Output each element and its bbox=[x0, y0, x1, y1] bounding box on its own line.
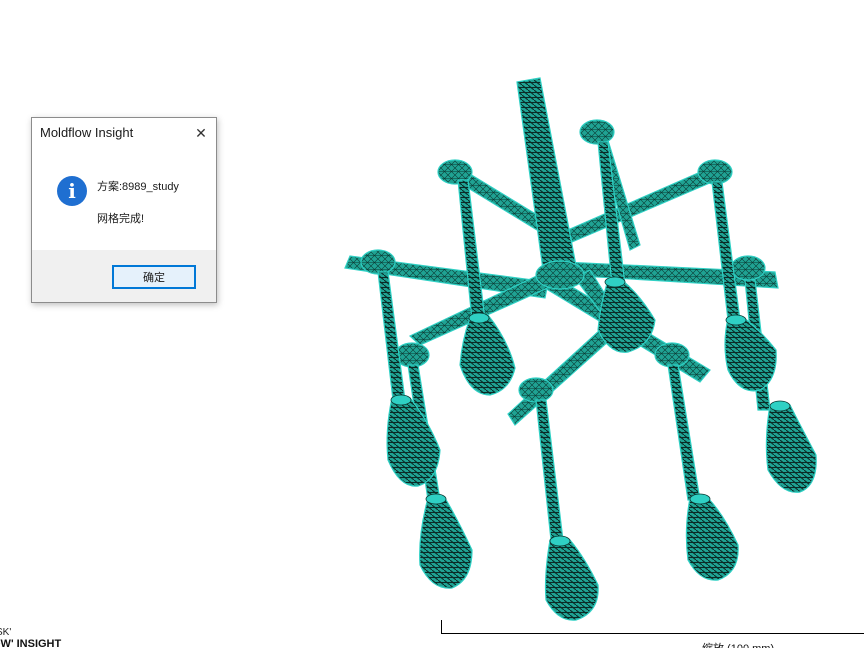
dialog-title: Moldflow Insight bbox=[40, 125, 134, 140]
close-icon: ✕ bbox=[195, 124, 207, 141]
dialog-message-status: 网格完成! bbox=[97, 213, 145, 225]
close-button[interactable]: ✕ bbox=[190, 122, 212, 144]
model-viewport[interactable]: Moldflow Insight ✕ i 方案:8989_study 网格完成!… bbox=[0, 0, 864, 648]
info-icon-glyph: i bbox=[68, 179, 76, 203]
brand-text-top: SK' bbox=[0, 627, 12, 638]
message-dialog: Moldflow Insight ✕ i 方案:8989_study 网格完成!… bbox=[31, 117, 217, 303]
dialog-message-study: 方案:8989_study bbox=[97, 181, 179, 193]
mesh-model[interactable] bbox=[0, 0, 864, 648]
info-icon: i bbox=[57, 176, 87, 206]
brand-text-product: OW' INSIGHT bbox=[0, 638, 62, 648]
scale-label: 缩放 (100 mm) bbox=[702, 640, 774, 648]
scale-bar bbox=[441, 620, 864, 634]
ok-button[interactable]: 确定 bbox=[112, 265, 196, 289]
